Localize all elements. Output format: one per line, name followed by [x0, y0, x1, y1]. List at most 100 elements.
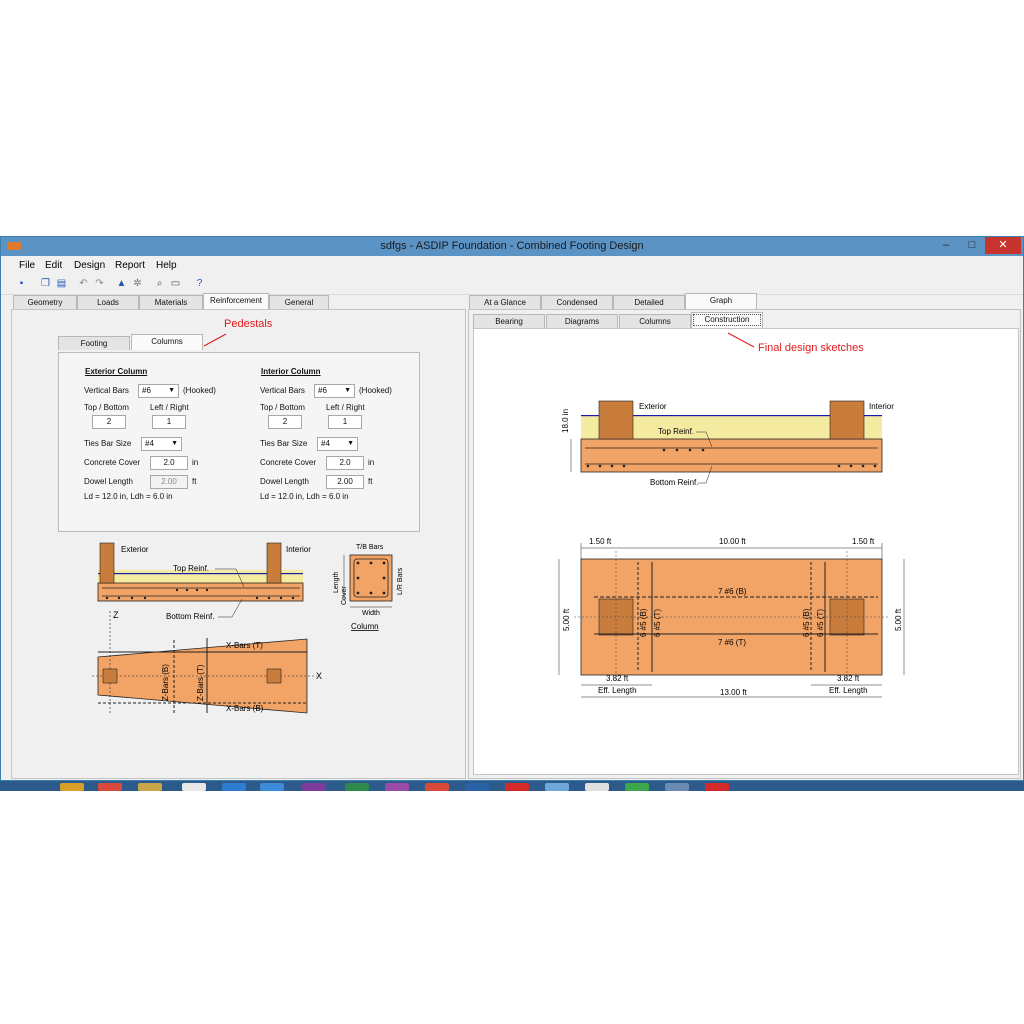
plan-eff2: 3.82 ft [837, 674, 860, 683]
tab-graph[interactable]: Graph [685, 293, 757, 309]
tab-reinforcement[interactable]: Reinforcement [203, 293, 269, 309]
int-tb-input[interactable]: 2 [268, 415, 302, 429]
ext-ties-select[interactable]: #4 ▼ [141, 437, 182, 451]
toolbar: ▪ ❐ ▤ ↶ ↷ ▲ ✲ ⌕ ▭ ? [1, 274, 1023, 295]
ext-ties-label: Ties Bar Size [84, 439, 132, 448]
int-tb-label: Top / Bottom [260, 403, 305, 412]
interior-column [266, 542, 282, 584]
paste-icon[interactable]: ▤ [55, 277, 68, 290]
taskbar-app-icon[interactable] [665, 783, 689, 791]
int-hooked-label: (Hooked) [359, 386, 392, 395]
taskbar-app-icon[interactable] [465, 783, 489, 791]
int-dowel-label: Dowel Length [260, 477, 309, 486]
int-cover-input[interactable]: 2.0 [326, 456, 364, 470]
plan-d3: 1.50 ft [852, 537, 875, 546]
design-icon[interactable]: ▲ [115, 277, 128, 290]
int-vbars-label: Vertical Bars [260, 386, 305, 395]
settings-icon[interactable]: ✲ [131, 277, 144, 290]
pedestals-annotation: Pedestals [224, 318, 273, 330]
plan-sketch: Z X X-Bars (T) X-Bars (B) Z-Bars (B) Z-B… [92, 610, 322, 715]
taskbar-app-icon[interactable] [385, 783, 409, 791]
ext-dowel-label: Dowel Length [84, 477, 133, 486]
int-ties-label: Ties Bar Size [260, 439, 308, 448]
construction-drawing: Final design sketches 18.0 in Exterior I… [558, 332, 905, 698]
tab-general[interactable]: General [269, 295, 329, 309]
ext-cover-input[interactable]: 2.0 [150, 456, 188, 470]
tab-detailed[interactable]: Detailed [613, 295, 685, 309]
section-interior: Interior [869, 402, 894, 411]
menu-report[interactable]: Report [115, 260, 145, 271]
print-icon[interactable]: ▭ [169, 277, 182, 290]
int-vbars-select[interactable]: #6 ▼ [314, 384, 355, 398]
section-exterior: Exterior [639, 402, 667, 411]
taskbar-app-icon[interactable] [138, 783, 162, 791]
int-cover-label: Concrete Cover [260, 458, 317, 467]
section-sketch: Exterior Interior Top Reinf. Bottom Rein… [97, 542, 311, 621]
exterior-column [99, 542, 115, 584]
ext-lr-input[interactable]: 1 [152, 415, 186, 429]
subtab-columns-r[interactable]: Columns [619, 314, 691, 328]
taskbar-app-icon[interactable] [302, 783, 326, 791]
final-annotation: Final design sketches [758, 342, 864, 354]
taskbar-app-icon[interactable] [545, 783, 569, 791]
int-dowel-input[interactable]: 2.00 [326, 475, 364, 489]
section-view: 18.0 in Exterior Interior Top Reinf. Bot… [561, 400, 894, 487]
ext-dowel-input[interactable]: 2.00 [150, 475, 188, 489]
ext-tb-label: Top / Bottom [84, 403, 129, 412]
ls-exterior-label: Exterior [121, 545, 149, 554]
tab-materials[interactable]: Materials [139, 295, 203, 309]
close-button[interactable]: ✕ [985, 237, 1021, 254]
taskbar-app-icon[interactable] [625, 783, 649, 791]
menu-design[interactable]: Design [74, 260, 105, 271]
plan-eff1: 3.82 ft [606, 674, 629, 683]
taskbar-app-icon[interactable] [345, 783, 369, 791]
plan-length: 13.00 ft [720, 688, 747, 697]
preview-icon[interactable]: ⌕ [153, 277, 166, 290]
undo-icon[interactable]: ↶ [77, 277, 90, 290]
subtab-bearing[interactable]: Bearing [473, 314, 545, 328]
ext-hooked-label: (Hooked) [183, 386, 216, 395]
menu-edit[interactable]: Edit [45, 260, 62, 271]
taskbar-app-icon[interactable] [705, 783, 729, 791]
tab-loads[interactable]: Loads [77, 295, 139, 309]
int-dowel-unit: ft [368, 477, 373, 486]
int-ld-text: Ld = 12.0 in, Ldh = 6.0 in [260, 492, 349, 501]
ext-tb-input[interactable]: 2 [92, 415, 126, 429]
plan-bars-b: 7 #6 (B) [718, 587, 747, 596]
help-icon[interactable]: ? [193, 277, 206, 290]
menu-file[interactable]: File [19, 260, 35, 271]
subtab-columns[interactable]: Columns [131, 334, 203, 350]
ext-vbars-select[interactable]: #6 ▼ [138, 384, 179, 398]
tab-at-a-glance[interactable]: At a Glance [469, 295, 541, 309]
copy-icon[interactable]: ❐ [39, 277, 52, 290]
redo-icon[interactable]: ↷ [93, 277, 106, 290]
subtab-construction[interactable]: Construction [691, 312, 763, 328]
taskbar-app-icon[interactable] [425, 783, 449, 791]
menu-help[interactable]: Help [156, 260, 177, 271]
int-lr-input[interactable]: 1 [328, 415, 362, 429]
tab-condensed[interactable]: Condensed [541, 295, 613, 309]
maximize-button[interactable]: □ [961, 237, 983, 254]
int-ties-select[interactable]: #4 ▼ [317, 437, 358, 451]
ls-width: Width [362, 610, 380, 617]
columns-form: Exterior Column Vertical Bars #6 ▼ (Hooke… [58, 352, 420, 532]
taskbar-app-icon[interactable] [505, 783, 529, 791]
new-project-icon[interactable]: ▪ [15, 277, 28, 290]
taskbar-app-icon[interactable] [182, 783, 206, 791]
ls-lr-bars: L/R Bars [397, 567, 404, 595]
plan-eff-label-1: Eff. Length [598, 686, 637, 695]
plan-width-right: 5.00 ft [894, 608, 903, 631]
plan-v1: 6 #5 (B) [639, 608, 648, 637]
taskbar-app-icon[interactable] [260, 783, 284, 791]
subtab-diagrams[interactable]: Diagrams [546, 314, 618, 328]
taskbar-app-icon[interactable] [222, 783, 246, 791]
taskbar-app-icon[interactable] [98, 783, 122, 791]
minimize-button[interactable]: – [935, 237, 957, 254]
taskbar-app-icon[interactable] [585, 783, 609, 791]
chevron-down-icon: ▼ [171, 440, 178, 447]
subtab-footing[interactable]: Footing [58, 336, 130, 350]
tab-geometry[interactable]: Geometry [13, 295, 77, 309]
taskbar-app-icon[interactable] [60, 783, 84, 791]
ls-cover: Cover [341, 586, 348, 605]
ls-zbars-t: Z-Bars (T) [196, 664, 205, 701]
